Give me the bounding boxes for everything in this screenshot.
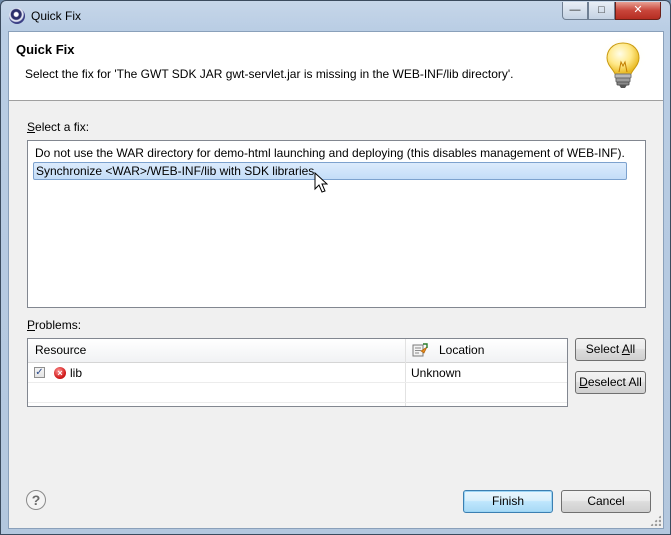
column-header-resource[interactable]: Resource xyxy=(35,339,86,362)
problems-table-header: Resource Location xyxy=(28,339,567,363)
maximize-button[interactable]: □ xyxy=(588,2,615,20)
dialog-title: Quick Fix xyxy=(16,42,75,57)
row-checkbox[interactable]: ✓ xyxy=(34,367,45,378)
column-header-location[interactable]: Location xyxy=(439,339,484,362)
dialog-header: Quick Fix Select the fix for 'The GWT SD… xyxy=(9,32,663,101)
quick-fix-window: Quick Fix — □ ✕ Quick Fix Select the fix… xyxy=(0,0,671,535)
error-icon: × xyxy=(54,367,66,379)
dialog-body: Quick Fix Select the fix for 'The GWT SD… xyxy=(8,31,664,529)
dialog-description: Select the fix for 'The GWT SDK JAR gwt-… xyxy=(25,67,514,81)
resize-grip[interactable] xyxy=(650,515,661,526)
row-resource: lib xyxy=(70,366,83,380)
eclipse-app-icon xyxy=(9,8,25,24)
deselect-all-button[interactable]: Deselect All xyxy=(575,371,646,394)
cancel-button[interactable]: Cancel xyxy=(561,490,651,513)
table-row-empty xyxy=(28,383,567,403)
minimize-button[interactable]: — xyxy=(562,2,588,20)
fix-item-synchronize-lib[interactable]: Synchronize <WAR>/WEB-INF/lib with SDK l… xyxy=(33,162,627,180)
fix-list[interactable]: Do not use the WAR directory for demo-ht… xyxy=(27,140,646,308)
problems-table[interactable]: Resource Location ✓ × lib Unknown xyxy=(27,338,568,407)
table-row[interactable]: ✓ × lib Unknown xyxy=(28,363,567,383)
close-button[interactable]: ✕ xyxy=(615,2,661,20)
select-all-button[interactable]: Select All xyxy=(575,338,646,361)
fix-item-disable-war[interactable]: Do not use the WAR directory for demo-ht… xyxy=(33,144,627,162)
problems-label: Problems: xyxy=(27,318,82,332)
help-icon[interactable]: ? xyxy=(26,490,46,510)
finish-button[interactable]: Finish xyxy=(463,490,553,513)
mouse-pointer-icon xyxy=(314,172,328,193)
window-title: Quick Fix xyxy=(31,9,82,23)
lightbulb-icon xyxy=(600,38,646,88)
row-location: Unknown xyxy=(411,366,462,380)
title-bar[interactable]: Quick Fix — □ ✕ xyxy=(1,1,670,31)
select-fix-label: Select a fix: xyxy=(27,120,90,134)
location-column-icon xyxy=(412,343,428,357)
